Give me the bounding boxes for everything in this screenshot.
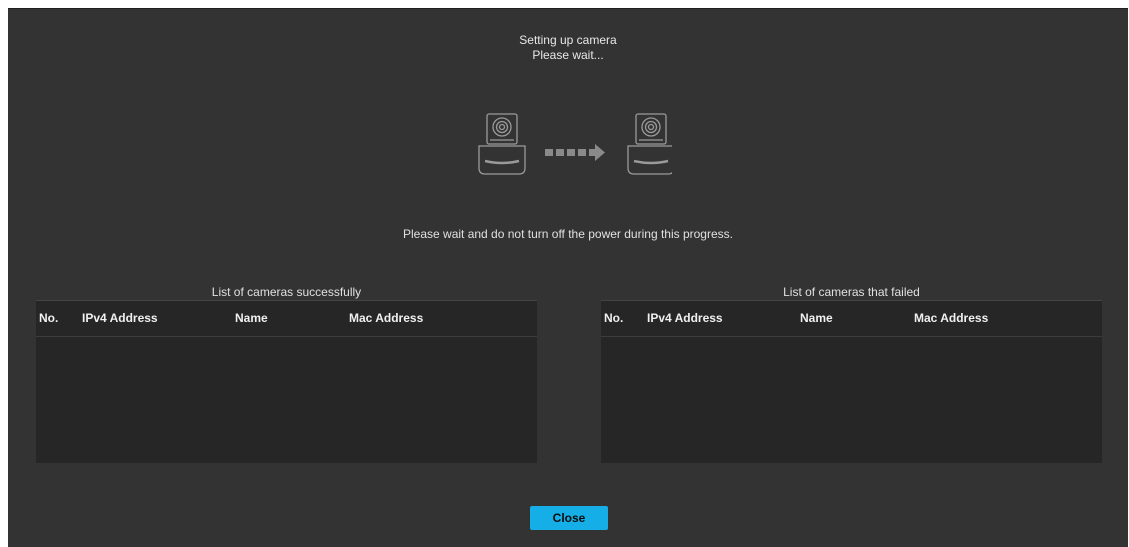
success-table-body[interactable]	[36, 337, 537, 463]
success-table-header: No. IPv4 Address Name Mac Address	[36, 301, 537, 337]
failed-table-body[interactable]	[601, 337, 1102, 463]
power-warning: Please wait and do not turn off the powe…	[403, 227, 733, 241]
column-header-ipv4: IPv4 Address	[647, 311, 723, 325]
status-title: Setting up camera	[519, 33, 617, 47]
top-divider	[8, 8, 1128, 9]
dashed-arrow-icon	[545, 144, 605, 161]
column-header-name: Name	[800, 311, 833, 325]
target-camera-icon	[627, 113, 672, 175]
success-panel-title: List of cameras successfully	[211, 285, 362, 299]
status-subtitle: Please wait...	[532, 48, 604, 62]
success-camera-panel: List of cameras successfully No. IPv4 Ad…	[36, 285, 537, 463]
failed-table-header: No. IPv4 Address Name Mac Address	[601, 301, 1102, 337]
failed-camera-panel: List of cameras that failed No. IPv4 Add…	[601, 285, 1102, 463]
column-header-ipv4: IPv4 Address	[82, 311, 158, 325]
column-header-no: No.	[604, 311, 624, 325]
failed-camera-table: No. IPv4 Address Name Mac Address	[601, 300, 1102, 463]
success-camera-table: No. IPv4 Address Name Mac Address	[36, 300, 537, 463]
status-heading: Setting up camera Please wait...	[8, 33, 1128, 63]
failed-panel-title: List of cameras that failed	[783, 285, 920, 299]
camera-transfer-illustration	[478, 113, 672, 175]
column-header-mac: Mac Address	[349, 311, 424, 325]
column-header-mac: Mac Address	[914, 311, 989, 325]
column-header-no: No.	[39, 311, 59, 325]
column-header-name: Name	[235, 311, 268, 325]
source-camera-icon	[478, 113, 526, 175]
close-button[interactable]: Close	[530, 506, 608, 530]
setup-dialog: Setting up camera Please wait... Please …	[8, 8, 1128, 547]
